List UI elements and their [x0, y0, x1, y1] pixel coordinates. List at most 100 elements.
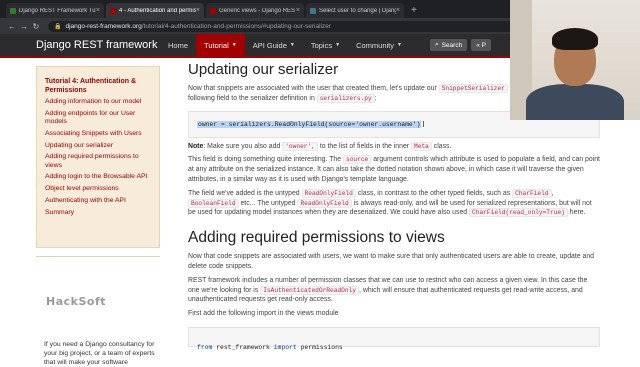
lock-icon: 🔒 [54, 23, 62, 30]
site-nav-menu: Home Tutorial ▼ API Guide ▼ Topics ▼ Community ▼ [160, 34, 410, 56]
logo-hack: Hack [46, 295, 79, 308]
text: : [374, 94, 377, 102]
toc-link[interactable]: Object level permissions [45, 185, 153, 194]
text: to the list of fields in the inner [317, 142, 412, 150]
code-module: rest_framework [212, 343, 274, 351]
inline-code: ReadOnlyField [301, 188, 356, 198]
nav-item-label: Tutorial [204, 40, 229, 50]
caret-down-icon: ▼ [289, 42, 295, 48]
browser-tab-title: Select user to change | Django a... [319, 7, 396, 14]
text: The field we've added is the untyped [188, 189, 302, 197]
favicon-icon [310, 7, 316, 14]
sidebar-divider [36, 256, 160, 257]
sponsor-text: If you need a Django consultancy for you… [44, 341, 155, 366]
text: , [551, 189, 554, 197]
favicon-icon [110, 7, 116, 14]
paragraph-permission-classes: REST framework includes a number of perm… [188, 276, 600, 305]
inline-code: SnippetSerializer [438, 84, 508, 93]
note-label: Note [188, 142, 204, 150]
inline-code: 'owner', [282, 141, 318, 151]
search-button[interactable]: ⌕ Search [429, 39, 468, 51]
close-tab-icon[interactable]: × [396, 7, 400, 14]
nav-item-api-guide[interactable]: API Guide ▼ [245, 34, 303, 56]
browser-tab[interactable]: Select user to change | Django a...× [306, 3, 404, 18]
site-brand[interactable]: Django REST framework [36, 39, 160, 51]
text: here. [567, 209, 586, 217]
toc-link[interactable]: Authenticating with the API [45, 197, 153, 206]
paragraph-import: First add the following import in the vi… [188, 310, 339, 318]
toc-link[interactable]: Updating our serializer [45, 142, 153, 151]
reload-icon[interactable]: ↻ [30, 22, 42, 31]
section-heading-permissions: Adding required permissions to views [188, 229, 445, 247]
text: class, in contrast to the other typed fi… [355, 189, 513, 197]
presenter-shirt [526, 84, 624, 120]
nav-item-topics[interactable]: Topics ▼ [303, 34, 348, 56]
table-of-contents: Tutorial 4: Authentication & Permissions… [36, 66, 160, 248]
browser-tab-title: 4 - Authentication and permissions [119, 7, 196, 14]
code-keyword: import [273, 343, 297, 351]
back-icon[interactable]: ← [6, 22, 18, 31]
toc-title[interactable]: Tutorial 4: Authentication & Permissions [45, 77, 153, 95]
inline-code: CharField [512, 188, 552, 198]
forward-icon[interactable]: → [18, 22, 30, 31]
address-bar[interactable]: 🔒 django-rest-framework.org /tutorial/4-… [48, 20, 518, 32]
text: : Make sure you also add [203, 142, 283, 150]
code-name: permissions [296, 343, 343, 351]
paragraph-note: Note: Make sure you also add 'owner', to… [188, 141, 600, 152]
presenter-hair [552, 28, 598, 50]
toc-link[interactable]: Adding endpoints for our User models [45, 110, 153, 127]
nav-item-label: Home [168, 40, 189, 50]
previous-button[interactable]: « P [471, 39, 491, 51]
paragraph-source: This field is doing something quite inte… [188, 155, 600, 184]
nav-item-community[interactable]: Community ▼ [348, 34, 410, 56]
nav-item-label: Community [356, 40, 394, 50]
inline-code: CharField(read_only=True) [469, 208, 568, 218]
inline-code: source [343, 155, 372, 165]
text: class. [431, 142, 452, 150]
nav-item-label: API Guide [252, 40, 287, 50]
webcam-overlay [510, 0, 640, 120]
browser-tab-title: Generic views - Django REST fra... [219, 7, 296, 14]
close-tab-icon[interactable]: × [296, 7, 300, 14]
caret-down-icon: ▼ [335, 42, 341, 48]
toc-link[interactable]: Adding login to the Browsable API [45, 173, 153, 182]
paragraph-permissions-intro: Now that code snippets are associated wi… [188, 253, 595, 270]
toc-link[interactable]: Summary [45, 209, 153, 218]
favicon-icon [210, 7, 216, 14]
caret-down-icon: ▼ [231, 42, 237, 48]
nav-item-label: Topics [310, 40, 333, 50]
text: This field is doing something quite inte… [188, 156, 343, 164]
browser-tab[interactable]: Django REST Framework Tutorial× [6, 3, 104, 18]
toc-link[interactable]: Associating Snippets with Users [45, 130, 153, 139]
code-keyword: from [197, 343, 213, 351]
logo-soft: Soft [78, 295, 106, 308]
text-cursor-icon: I [422, 119, 425, 129]
code-line-selected[interactable]: owner = serializers.ReadOnlyField(source… [197, 120, 422, 128]
inline-code: BooleanField [188, 198, 239, 208]
browser-tab[interactable]: 4 - Authentication and permissions× [106, 3, 204, 18]
close-tab-icon[interactable]: × [196, 7, 200, 14]
hacksoft-logo[interactable]: HackSoft [46, 295, 160, 308]
inline-code: ReadOnlyField [297, 198, 352, 208]
new-tab-button[interactable]: + [406, 3, 422, 18]
favicon-icon [10, 7, 16, 14]
browser-tab-title: Django REST Framework Tutorial [19, 7, 96, 14]
text: etc... The untyped [238, 199, 298, 207]
inline-code: IsAuthenticatedOrReadOnly [260, 285, 360, 295]
paragraph-readonlyfield: The field we've added is the untyped Rea… [188, 188, 600, 218]
toc-link[interactable]: Adding information to our model [45, 98, 153, 107]
nav-item-tutorial[interactable]: Tutorial ▼ [196, 34, 245, 56]
url-path: /tutorial/4-authentication-and-permissio… [141, 22, 332, 30]
search-icon: ⌕ [434, 41, 439, 48]
browser-tab[interactable]: Generic views - Django REST fra...× [206, 3, 304, 18]
text: Now that snippets are associated with th… [188, 85, 439, 92]
toc-link[interactable]: Adding required permissions to views [45, 153, 153, 170]
search-button-label: Search [441, 41, 463, 49]
inline-code: Meta [411, 141, 432, 151]
url-host: django-rest-framework.org [65, 22, 142, 30]
nav-item-home[interactable]: Home [160, 34, 196, 56]
code-block-import[interactable]: from rest_framework import permissions [188, 326, 600, 351]
caret-down-icon: ▼ [397, 42, 402, 48]
inline-code: serializers.py [316, 93, 375, 103]
close-tab-icon[interactable]: × [96, 7, 100, 14]
